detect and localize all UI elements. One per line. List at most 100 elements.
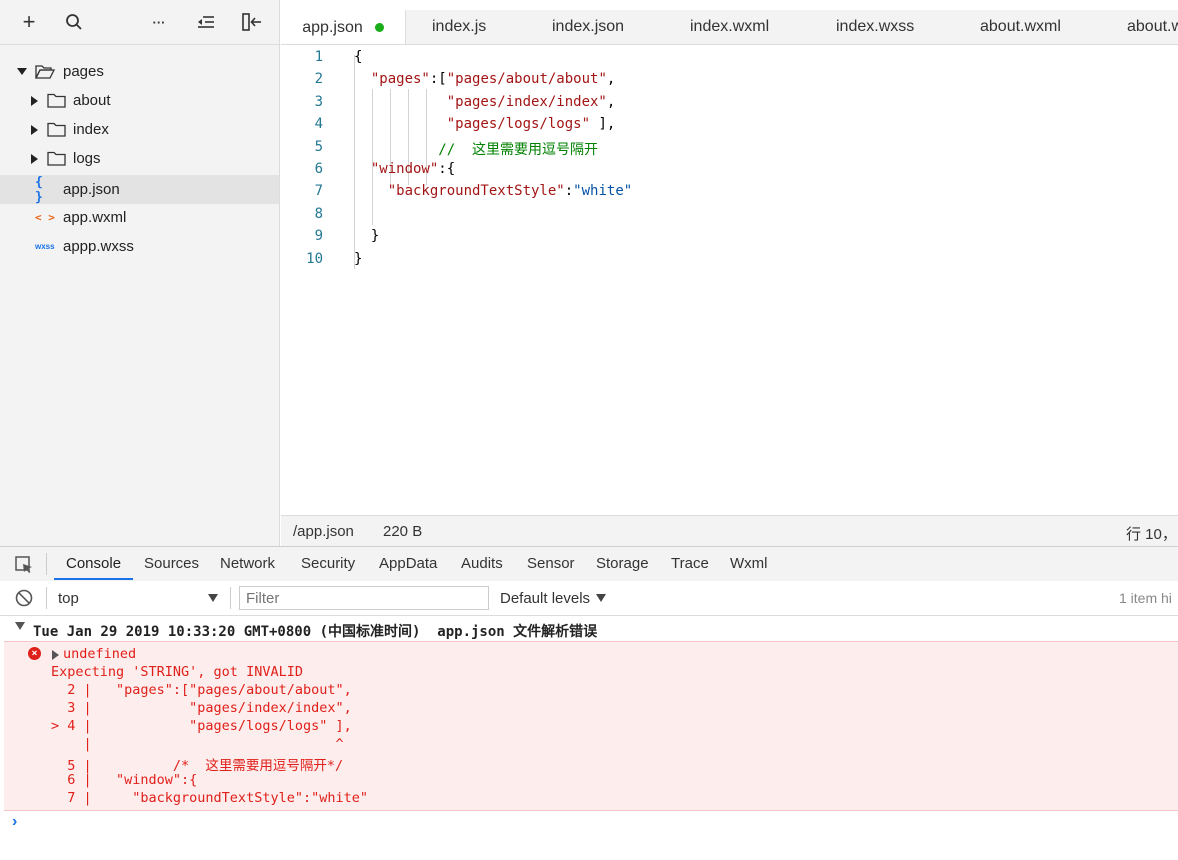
- tab-index-json[interactable]: index.json: [552, 10, 624, 44]
- tab-about-w[interactable]: about.w: [1127, 10, 1178, 44]
- console-prompt-icon[interactable]: ›: [12, 813, 17, 831]
- code-token: ],: [590, 116, 616, 133]
- code-area[interactable]: 1 {2 "pages":["pages/about/about", 3 "page…: [281, 45, 1178, 515]
- more-icon[interactable]: ···: [147, 10, 171, 34]
- tab-security[interactable]: Security: [301, 547, 355, 580]
- tree-file-app-json[interactable]: { } app.json: [0, 175, 279, 205]
- tab-console[interactable]: Console: [54, 547, 134, 580]
- tab-label: index.json: [552, 18, 625, 35]
- chevron-down-icon[interactable]: [17, 68, 27, 75]
- tab-index-js[interactable]: index.js: [432, 10, 486, 44]
- tab-storage[interactable]: Storage: [596, 547, 649, 580]
- chevron-right-icon[interactable]: [31, 124, 38, 135]
- code-line: "backgroundTextStyle":"white": [354, 183, 632, 199]
- chevron-right-icon[interactable]: [52, 650, 59, 660]
- error-line: | ^: [51, 736, 344, 752]
- code-line: }: [354, 228, 379, 244]
- divider: [230, 587, 231, 609]
- tree-file-app-wxml[interactable]: < > app.wxml: [0, 203, 279, 232]
- tree-label: pages: [63, 63, 104, 80]
- code-line: }: [354, 251, 362, 267]
- tree-label: index: [73, 121, 109, 138]
- code-token: }: [354, 250, 363, 267]
- editor-tab-bar: app.json index.js index.json index.wxml …: [281, 10, 1178, 45]
- log-header-text: Tue Jan 29 2019 10:33:20 GMT+0800 (中国标准时…: [33, 624, 598, 640]
- line-number: 4: [314, 116, 323, 133]
- tab-network[interactable]: Network: [220, 547, 275, 580]
- console-toolbar: top Default levels 1 item hi: [0, 581, 1178, 616]
- tree-folder-index[interactable]: index: [0, 115, 279, 144]
- cursor-position[interactable]: 行 10，: [1126, 523, 1177, 544]
- tree-label: app.wxml: [63, 209, 127, 226]
- chevron-down-icon[interactable]: [15, 622, 25, 630]
- explorer-toolbar: + ···: [0, 0, 279, 45]
- collapse-all-icon[interactable]: [194, 10, 218, 34]
- line-number: 3: [314, 93, 323, 110]
- divider: [46, 587, 47, 609]
- wxss-icon: wxss: [35, 242, 55, 251]
- error-line: 2 | "pages":["pages/about/about",: [51, 682, 352, 698]
- tab-wxml[interactable]: Wxml: [730, 547, 768, 580]
- tree-folder-logs[interactable]: logs: [0, 144, 279, 173]
- tab-index-wxml[interactable]: index.wxml: [690, 10, 769, 44]
- file-explorer: + ··· pages about index logs {} app.jso…: [0, 0, 280, 546]
- line-number: 9: [314, 228, 323, 245]
- line-number: 8: [314, 205, 323, 222]
- add-icon[interactable]: +: [17, 9, 41, 34]
- code-token: "pages/about/about": [446, 71, 607, 88]
- code-line: {: [354, 49, 362, 65]
- divider: [46, 553, 47, 575]
- tree-label: about: [73, 92, 111, 109]
- tab-sensor[interactable]: Sensor: [527, 547, 575, 580]
- inspect-element-icon[interactable]: [15, 556, 33, 577]
- error-line: 7 | "backgroundTextStyle":"white": [51, 790, 368, 806]
- clear-console-icon[interactable]: [15, 589, 33, 610]
- tab-trace[interactable]: Trace: [671, 547, 709, 580]
- search-icon[interactable]: [62, 10, 86, 34]
- error-object[interactable]: undefined: [63, 646, 136, 662]
- tab-appdata[interactable]: AppData: [379, 547, 437, 580]
- code-token: "white": [573, 183, 633, 200]
- tab-label: index.wxss: [836, 18, 915, 35]
- levels-label: Default levels: [500, 590, 591, 607]
- context-select[interactable]: top: [58, 581, 222, 615]
- ide-top-area: + ··· pages about index logs {} app.jso…: [0, 0, 1178, 547]
- error-line: > 4 | "pages/logs/logs" ],: [51, 718, 352, 734]
- code-token: "pages/index/index": [446, 93, 607, 110]
- dropdown-arrow-icon: [208, 594, 218, 602]
- devtools-panel: Console Sources Network Security AppData…: [0, 546, 1178, 860]
- log-group-header[interactable]: Tue Jan 29 2019 10:33:20 GMT+0800 (中国标准时…: [0, 616, 1178, 641]
- tab-sources[interactable]: Sources: [144, 547, 199, 580]
- tab-label: index.wxml: [690, 18, 770, 35]
- devtools-tab-bar: Console Sources Network Security AppData…: [0, 547, 1178, 582]
- status-bar: /app.json 220 B 行 10，: [281, 515, 1178, 547]
- filter-input[interactable]: [239, 586, 489, 610]
- code-token: }: [354, 228, 380, 245]
- toggle-panel-icon[interactable]: [240, 10, 264, 34]
- code-token: "pages/logs/logs": [446, 116, 591, 133]
- tab-index-wxss[interactable]: index.wxss: [836, 10, 914, 44]
- context-value: top: [58, 590, 79, 607]
- tab-about-wxml[interactable]: about.wxml: [980, 10, 1061, 44]
- tree-folder-pages[interactable]: pages: [0, 57, 279, 86]
- tab-app-json[interactable]: app.json: [281, 10, 406, 44]
- chevron-right-icon[interactable]: [31, 95, 38, 106]
- error-line: 5 | /* 这里需要用逗号隔开*/: [51, 758, 344, 774]
- line-number: 5: [314, 138, 323, 155]
- chevron-right-icon[interactable]: [31, 153, 38, 164]
- tree-file-appp-wxss[interactable]: wxss appp.wxss: [0, 232, 279, 261]
- tree-label: appp.wxss: [63, 238, 134, 255]
- line-number: 7: [314, 183, 323, 200]
- tree-folder-about[interactable]: about: [0, 86, 279, 115]
- tab-label: about.wxml: [980, 18, 1061, 35]
- code-token: {: [354, 49, 363, 65]
- folder-icon: [47, 93, 66, 108]
- log-levels-select[interactable]: Default levels: [500, 581, 620, 615]
- error-line: 3 | "pages/index/index",: [51, 700, 352, 716]
- tree-label: logs: [73, 150, 101, 167]
- tab-audits[interactable]: Audits: [461, 547, 503, 580]
- tab-label: about.w: [1127, 18, 1178, 35]
